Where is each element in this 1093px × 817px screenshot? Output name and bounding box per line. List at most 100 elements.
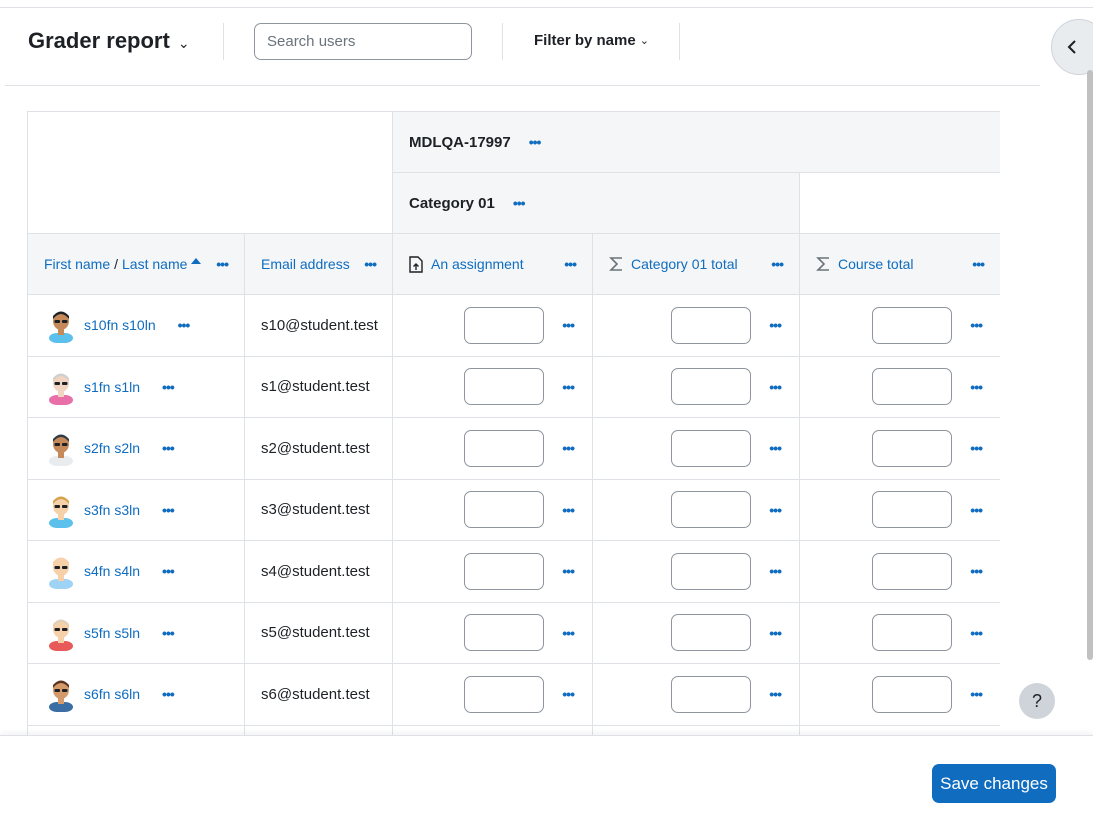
- help-button[interactable]: ?: [1019, 683, 1055, 719]
- grade-actions-menu[interactable]: •••: [769, 318, 782, 332]
- user-actions-menu[interactable]: •••: [162, 441, 175, 455]
- category-actions-menu[interactable]: •••: [513, 196, 526, 210]
- table-row: [27, 724, 1000, 735]
- avatar[interactable]: [46, 676, 76, 713]
- user-actions-menu[interactable]: •••: [162, 380, 175, 394]
- avatar[interactable]: [46, 430, 76, 467]
- user-name-link[interactable]: s3fn s3ln: [84, 502, 140, 518]
- grade-actions-menu[interactable]: •••: [562, 441, 575, 455]
- email-cell: s1@student.test: [244, 355, 393, 418]
- course-total-link[interactable]: Course total: [838, 256, 913, 272]
- header-bottom-divider: [5, 85, 1040, 86]
- grade-actions-menu[interactable]: •••: [562, 687, 575, 701]
- assignment-grade-input[interactable]: [464, 675, 545, 713]
- user-name-link[interactable]: s6fn s6ln: [84, 686, 140, 702]
- grade-actions-menu[interactable]: •••: [769, 564, 782, 578]
- grade-actions-menu[interactable]: •••: [970, 380, 983, 394]
- grade-actions-menu[interactable]: •••: [970, 318, 983, 332]
- category-total-input[interactable]: [671, 552, 752, 590]
- course-total-input[interactable]: [872, 368, 953, 406]
- grade-actions-menu[interactable]: •••: [562, 318, 575, 332]
- user-actions-menu[interactable]: •••: [162, 564, 175, 578]
- avatar[interactable]: [46, 615, 76, 651]
- assignment-grade-cell: •••: [392, 478, 593, 541]
- assignment-grade-cell: •••: [392, 601, 593, 664]
- avatar[interactable]: [46, 553, 76, 590]
- assignment-link[interactable]: An assignment: [431, 256, 524, 272]
- save-changes-button[interactable]: Save changes: [932, 764, 1056, 803]
- user-name-link[interactable]: s4fn s4ln: [84, 563, 140, 579]
- search-users-input[interactable]: [254, 23, 472, 60]
- course-total-input[interactable]: [872, 675, 953, 713]
- course-total-input[interactable]: [872, 491, 953, 529]
- email-column-menu[interactable]: •••: [364, 257, 377, 271]
- chevron-left-icon: [1067, 40, 1076, 54]
- assignment-grade-input[interactable]: [464, 491, 545, 529]
- grade-actions-menu[interactable]: •••: [769, 687, 782, 701]
- assignment-column-menu[interactable]: •••: [564, 257, 577, 271]
- category-total-link[interactable]: Category 01 total: [631, 256, 738, 272]
- category-name: Category 01: [409, 194, 495, 212]
- category-total-input[interactable]: [671, 614, 752, 652]
- category-total-column-menu[interactable]: •••: [771, 257, 784, 271]
- user-name-link[interactable]: s2fn s2ln: [84, 440, 140, 456]
- course-total-input[interactable]: [872, 429, 953, 467]
- grade-actions-menu[interactable]: •••: [970, 441, 983, 455]
- report-selector[interactable]: Grader report ⌄: [28, 28, 190, 54]
- grade-actions-menu[interactable]: •••: [769, 626, 782, 640]
- user-actions-menu[interactable]: •••: [178, 318, 191, 332]
- name-column-menu[interactable]: •••: [216, 257, 229, 271]
- sort-last-name-link[interactable]: Last name: [122, 256, 187, 272]
- category-total-input[interactable]: [671, 306, 752, 344]
- drawer-toggle-button[interactable]: [1051, 19, 1093, 75]
- avatar[interactable]: [46, 369, 76, 405]
- grade-actions-menu[interactable]: •••: [970, 687, 983, 701]
- assignment-grade-input[interactable]: [464, 429, 545, 467]
- grade-actions-menu[interactable]: •••: [562, 380, 575, 394]
- user-actions-menu[interactable]: •••: [162, 503, 175, 517]
- course-header: MDLQA-17997 •••: [391, 111, 1000, 173]
- user-name-link[interactable]: s10fn s10ln: [84, 317, 156, 333]
- grade-actions-menu[interactable]: •••: [562, 564, 575, 578]
- grade-actions-menu[interactable]: •••: [970, 503, 983, 517]
- assignment-grade-input[interactable]: [464, 306, 545, 344]
- grade-actions-menu[interactable]: •••: [970, 626, 983, 640]
- user-actions-menu[interactable]: •••: [162, 687, 175, 701]
- category-total-input[interactable]: [671, 429, 752, 467]
- course-total-column-menu[interactable]: •••: [972, 257, 985, 271]
- user-cell: s4fn s4ln •••: [27, 540, 245, 603]
- filter-by-name-button[interactable]: Filter by name ⌄: [534, 32, 649, 49]
- grade-actions-menu[interactable]: •••: [769, 503, 782, 517]
- grade-actions-menu[interactable]: •••: [562, 626, 575, 640]
- user-cell: s3fn s3ln •••: [27, 478, 245, 541]
- grade-actions-menu[interactable]: •••: [970, 564, 983, 578]
- user-name-link[interactable]: s1fn s1ln: [84, 379, 140, 395]
- grade-actions-menu[interactable]: •••: [562, 503, 575, 517]
- course-actions-menu[interactable]: •••: [529, 135, 542, 149]
- assignment-grade-cell: •••: [392, 540, 593, 603]
- sort-first-name-link[interactable]: First name: [44, 256, 110, 272]
- sticky-footer: [0, 735, 1093, 817]
- user-actions-menu[interactable]: •••: [162, 626, 175, 640]
- user-cell: s10fn s10ln •••: [27, 294, 245, 357]
- sort-email-link[interactable]: Email address: [261, 256, 350, 272]
- user-name-link[interactable]: s5fn s5ln: [84, 625, 140, 641]
- assignment-grade-input[interactable]: [464, 614, 545, 652]
- grade-actions-menu[interactable]: •••: [769, 441, 782, 455]
- sigma-icon: [609, 257, 622, 271]
- avatar[interactable]: [46, 492, 76, 528]
- assignment-grade-input[interactable]: [464, 368, 545, 406]
- course-total-input[interactable]: [872, 614, 953, 652]
- assignment-grade-input[interactable]: [464, 552, 545, 590]
- course-total-input[interactable]: [872, 306, 953, 344]
- course-total-input[interactable]: [872, 552, 953, 590]
- page-scrollbar[interactable]: [1087, 70, 1093, 660]
- course-name: MDLQA-17997: [409, 133, 511, 151]
- category-total-input[interactable]: [671, 675, 752, 713]
- table-row: s10fn s10ln ••• s10@student.test ••• •••…: [27, 294, 1000, 357]
- grade-actions-menu[interactable]: •••: [769, 380, 782, 394]
- category-total-input[interactable]: [671, 368, 752, 406]
- avatar[interactable]: [46, 307, 76, 344]
- category-total-input[interactable]: [671, 491, 752, 529]
- chevron-down-icon: ⌄: [639, 35, 649, 47]
